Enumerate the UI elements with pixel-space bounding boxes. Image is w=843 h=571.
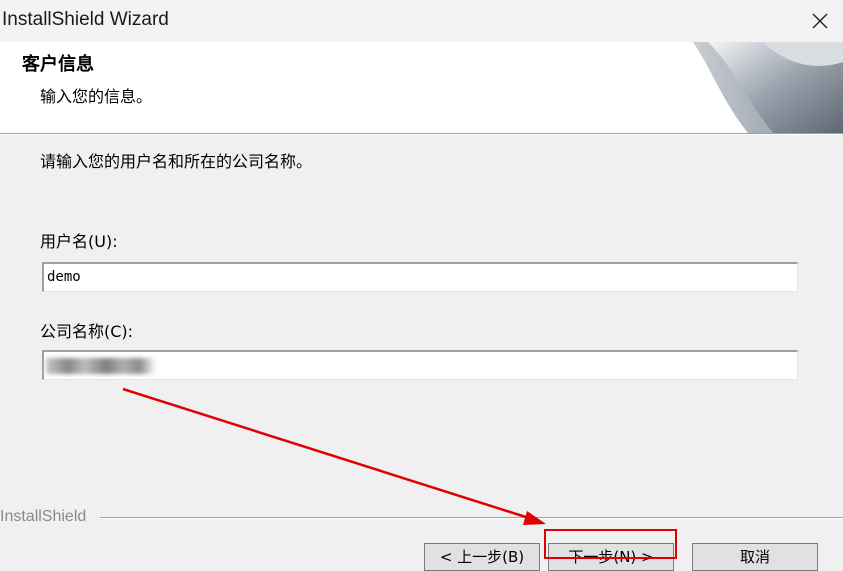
cancel-button[interactable]: 取消 — [692, 543, 818, 571]
username-label: 用户名(U): — [40, 232, 118, 251]
back-button[interactable]: < 上一步(B) — [424, 543, 540, 571]
title-bar: InstallShield Wizard — [0, 0, 843, 42]
company-label: 公司名称(C): — [40, 322, 134, 341]
header-divider — [0, 133, 843, 135]
window-title: InstallShield Wizard — [2, 9, 169, 30]
company-input[interactable] — [42, 350, 798, 380]
next-button-highlight — [544, 529, 677, 559]
wizard-header: 客户信息 输入您的信息。 — [0, 42, 843, 133]
instruction-text: 请输入您的用户名和所在的公司名称。 — [40, 152, 313, 171]
redacted-company-value — [46, 358, 156, 374]
installshield-brand: InstallShield — [0, 508, 93, 526]
close-icon — [812, 13, 828, 29]
page-title: 客户信息 — [22, 54, 94, 75]
page-subtitle: 输入您的信息。 — [40, 87, 153, 106]
close-button[interactable] — [797, 0, 843, 42]
page-curl-graphic — [693, 42, 843, 133]
footer-divider — [100, 517, 843, 519]
username-input[interactable]: demo — [42, 262, 798, 292]
